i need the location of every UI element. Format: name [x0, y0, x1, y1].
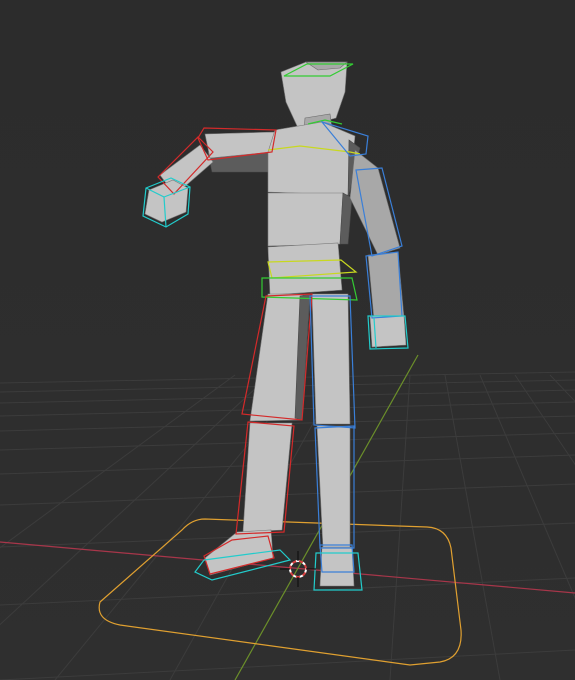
viewport-canvas[interactable] [0, 0, 575, 680]
3d-viewport[interactable] [0, 0, 575, 680]
pelvis-mesh [267, 242, 343, 296]
chest-mesh [267, 121, 356, 196]
abdomen-mesh [267, 192, 344, 247]
right-thigh-mesh [311, 293, 351, 425]
right-shin-mesh [316, 425, 351, 549]
